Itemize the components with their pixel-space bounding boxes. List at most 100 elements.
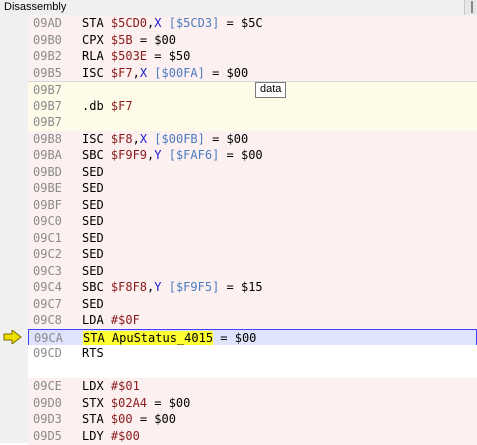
disassembly-row[interactable]: 09BF SED <box>28 196 477 214</box>
disassembly-row[interactable]: 09C0 SED <box>28 213 477 230</box>
instruction-token: = $00 <box>204 131 249 146</box>
row-address: 09BF <box>33 197 62 212</box>
current-instruction-arrow-icon <box>3 330 22 344</box>
instruction-token: = $15 <box>219 280 263 294</box>
disassembly-row[interactable]: 09C1 SED <box>28 229 477 247</box>
instruction-token: #$01 <box>110 379 140 393</box>
current-instruction-row[interactable]: 09CA STA ApuStatus_4015 = $00 <box>28 328 477 347</box>
instruction-token: LDA <box>82 313 111 327</box>
row-address: 09BD <box>33 164 62 179</box>
row-instruction: ISC $F8,X [$00FB] = $00 <box>82 131 248 148</box>
disassembly-title-bar: Disassembly <box>0 0 477 16</box>
disassembly-row[interactable]: 09B7 <box>28 81 477 99</box>
disassembly-row[interactable]: 09C8 LDA #$0F <box>28 312 477 329</box>
instruction-token: = $00 <box>147 395 191 410</box>
instruction-token: X <box>139 131 148 146</box>
row-instruction: SED <box>82 246 104 263</box>
disassembly-row[interactable]: 09D0 STX $02A4 = $00 <box>28 394 477 412</box>
row-instruction: SBC $F8F8,Y [$F9F5] = $15 <box>82 279 263 296</box>
instruction-token: [$00FA] <box>154 65 205 80</box>
instruction-token: $F7 <box>110 65 133 80</box>
row-instruction: CPX $5B = $00 <box>82 32 176 49</box>
instruction-token: = $00 <box>132 412 176 426</box>
row-address: 09C1 <box>33 230 62 245</box>
instruction-token: SED <box>82 164 104 179</box>
disassembly-row[interactable]: 09AD STA $5CD0,X [$5CD3] = $5C <box>28 15 477 32</box>
instruction-token: LDX <box>82 379 111 393</box>
instruction-token: STX <box>82 395 111 410</box>
disassembly-row[interactable] <box>28 361 477 379</box>
instruction-token: SED <box>82 214 104 228</box>
row-instruction: SED <box>82 164 104 181</box>
row-instruction: LDY #$00 <box>82 428 140 445</box>
instruction-token: = $50 <box>147 49 191 63</box>
instruction-token: = $00 <box>132 32 176 47</box>
row-instruction: SED <box>82 197 104 214</box>
row-address: 09C7 <box>33 296 62 311</box>
instruction-token: .db <box>82 98 111 113</box>
instruction-token: Y <box>154 280 162 294</box>
instruction-token <box>162 148 169 162</box>
disassembly-row[interactable]: 09B0 CPX $5B = $00 <box>28 31 477 49</box>
row-instruction: RTS <box>82 345 104 362</box>
instruction-token: $F9F9 <box>110 148 148 162</box>
disassembly-row[interactable]: 09D5 LDY #$00 <box>28 427 477 445</box>
instruction-token: $00 <box>110 412 133 426</box>
row-address: 09CD <box>33 346 62 360</box>
row-address: 09CE <box>33 379 62 393</box>
disassembly-listing[interactable]: 09AD STA $5CD0,X [$5CD3] = $5C 09B0 CPX $5B… <box>0 15 477 445</box>
instruction-token: $02A4 <box>110 395 148 410</box>
instruction-token: [$5CD3] <box>168 16 220 30</box>
instruction-token: ISC <box>82 131 111 146</box>
row-address: 09BE <box>33 181 62 195</box>
row-address: 09C3 <box>33 263 62 278</box>
disassembly-row[interactable]: 09C7 SED <box>28 295 477 313</box>
instruction-token: CPX <box>82 32 111 47</box>
instruction-token: [$00FB] <box>154 131 205 146</box>
row-address: 09B8 <box>33 131 62 146</box>
instruction-token: $5B <box>110 32 133 47</box>
row-instruction: SED <box>82 180 104 197</box>
disassembly-row[interactable]: 09C2 SED <box>28 246 477 263</box>
disassembly-row[interactable]: 09C3 SED <box>28 262 477 280</box>
disassembly-row[interactable]: 09B8 ISC $F8,X [$00FB] = $00 <box>28 130 477 148</box>
instruction-token: ISC <box>82 65 111 80</box>
instruction-token: SED <box>82 197 104 212</box>
disassembly-row[interactable]: 09B2 RLA $503E = $50 <box>28 48 477 65</box>
instruction-token: SED <box>82 230 104 245</box>
row-address: 09D3 <box>33 412 62 426</box>
row-address: 09B7 <box>33 83 62 97</box>
row-instruction: SED <box>82 230 104 247</box>
row-address: 09B5 <box>33 65 62 80</box>
row-instruction: STA $5CD0,X [$5CD3] = $5C <box>82 15 263 32</box>
disassembly-row[interactable]: 09BE SED <box>28 180 477 197</box>
row-address: 09C0 <box>33 214 62 228</box>
disassembly-row[interactable]: 09BD SED <box>28 163 477 181</box>
row-address: 09C2 <box>33 247 62 261</box>
instruction-token: SBC <box>82 280 111 294</box>
instruction-token <box>162 16 169 30</box>
disassembly-row[interactable]: 09B7 .db $F7 <box>28 97 477 115</box>
row-instruction: STA ApuStatus_4015 = $00 <box>83 330 256 347</box>
row-instruction: RLA $503E = $50 <box>82 48 190 65</box>
instruction-token: SED <box>82 247 104 261</box>
disassembly-row[interactable]: 09CD RTS <box>28 345 477 363</box>
row-address: 09D5 <box>33 428 62 443</box>
instruction-token: SED <box>82 296 104 311</box>
row-instruction: ISC $F7,X [$00FA] = $00 <box>82 65 248 82</box>
instruction-token: = $00 <box>213 330 257 345</box>
disassembly-row[interactable]: 09BA SBC $F9F9,Y [$FAF6] = $00 <box>28 147 477 164</box>
row-instruction: LDX #$01 <box>82 378 140 395</box>
row-address: 09BA <box>33 148 62 162</box>
disassembly-row[interactable]: 09D3 STA $00 = $00 <box>28 411 477 428</box>
title-bar-edge <box>464 0 477 15</box>
row-address: 09D0 <box>33 395 62 410</box>
disassembly-row[interactable]: 09C4 SBC $F8F8,Y [$F9F5] = $15 <box>28 279 477 296</box>
disassembly-row[interactable]: 09CE LDX #$01 <box>28 378 477 395</box>
disassembly-row[interactable]: 09B7 <box>28 114 477 132</box>
row-instruction: SED <box>82 213 104 230</box>
instruction-token: #$00 <box>110 428 140 443</box>
disassembly-row[interactable]: 09B5 ISC $F7,X [$00FA] = $00 <box>28 64 477 82</box>
instruction-token: = $00 <box>219 148 263 162</box>
row-address: 09B7 <box>33 98 62 113</box>
